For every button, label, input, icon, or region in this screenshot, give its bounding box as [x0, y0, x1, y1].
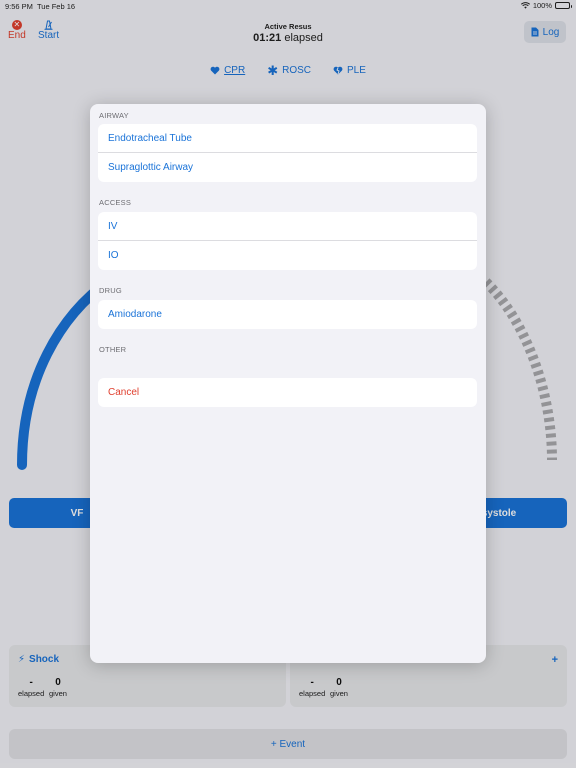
option-io[interactable]: IO: [98, 241, 477, 270]
drug-given: 0 given: [330, 677, 348, 698]
option-endotracheal-tube[interactable]: Endotracheal Tube: [98, 124, 477, 153]
segment-rosc[interactable]: ✱ ROSC: [267, 62, 312, 78]
timer-suffix: elapsed: [284, 32, 323, 44]
access-group: IV IO: [98, 212, 477, 270]
timer-value: 01:21: [253, 32, 282, 44]
arc-remaining: [482, 278, 557, 461]
shock-title: ⚡ Shock: [18, 654, 59, 665]
option-supraglottic-airway[interactable]: Supraglottic Airway: [98, 153, 477, 182]
drug-given-label: given: [330, 689, 348, 698]
segment-cpr[interactable]: CPR: [210, 65, 245, 76]
wifi-icon: [520, 2, 530, 9]
cancel-button[interactable]: Cancel: [98, 378, 477, 407]
status-right: 100%: [520, 1, 572, 10]
status-bar: 9:56 PM Tue Feb 16 100%: [0, 0, 576, 12]
shock-given-value: 0: [55, 677, 61, 688]
shock-elapsed: - elapsed: [18, 677, 44, 698]
document-icon: [531, 27, 539, 37]
broken-heart-icon: [333, 66, 343, 75]
other-header: OTHER: [99, 345, 127, 354]
shock-given: 0 given: [49, 677, 67, 698]
option-iv[interactable]: IV: [98, 212, 477, 241]
drug-group: Amiodarone: [98, 300, 477, 329]
access-header: ACCESS: [99, 198, 132, 207]
battery-icon: [555, 2, 572, 9]
status-time: 9:56 PM: [5, 2, 33, 11]
option-amiodarone[interactable]: Amiodarone: [98, 300, 477, 329]
asterisk-icon: ✱: [267, 62, 279, 78]
add-event-button[interactable]: + Event: [9, 729, 567, 759]
airway-header: AIRWAY: [99, 111, 129, 120]
segment-cpr-label: CPR: [224, 65, 246, 76]
resus-header: Active Resus 01:21 elapsed: [0, 22, 576, 44]
segment-ple-label: PLE: [347, 65, 366, 76]
drug-elapsed: - elapsed: [299, 677, 325, 698]
cancel-group: Cancel: [98, 378, 477, 407]
bolt-icon: ⚡: [18, 654, 26, 665]
log-label: Log: [542, 26, 560, 38]
segment-rosc-label: ROSC: [282, 65, 312, 76]
airway-group: Endotracheal Tube Supraglottic Airway: [98, 124, 477, 182]
header-subtitle: Active Resus: [264, 22, 312, 31]
shock-title-label: Shock: [29, 654, 60, 665]
segment-ple[interactable]: PLE: [333, 65, 366, 76]
elapsed-timer: 01:21 elapsed: [0, 32, 576, 44]
status-date: Tue Feb 16: [37, 2, 76, 11]
drug-given-value: 0: [336, 677, 342, 688]
shock-given-label: given: [49, 689, 67, 698]
shock-elapsed-label: elapsed: [18, 689, 45, 698]
state-segments: CPR ✱ ROSC PLE: [0, 62, 576, 78]
shock-elapsed-value: -: [29, 677, 33, 688]
drug-header: DRUG: [99, 286, 122, 295]
drug-elapsed-value: -: [310, 677, 314, 688]
battery-percent: 100%: [532, 1, 552, 10]
log-button[interactable]: Log: [524, 21, 566, 43]
drug-elapsed-label: elapsed: [299, 689, 326, 698]
event-picker-sheet: AIRWAY Endotracheal Tube Supraglottic Ai…: [90, 104, 486, 663]
add-button[interactable]: +: [552, 654, 558, 666]
heart-icon: [210, 66, 220, 75]
